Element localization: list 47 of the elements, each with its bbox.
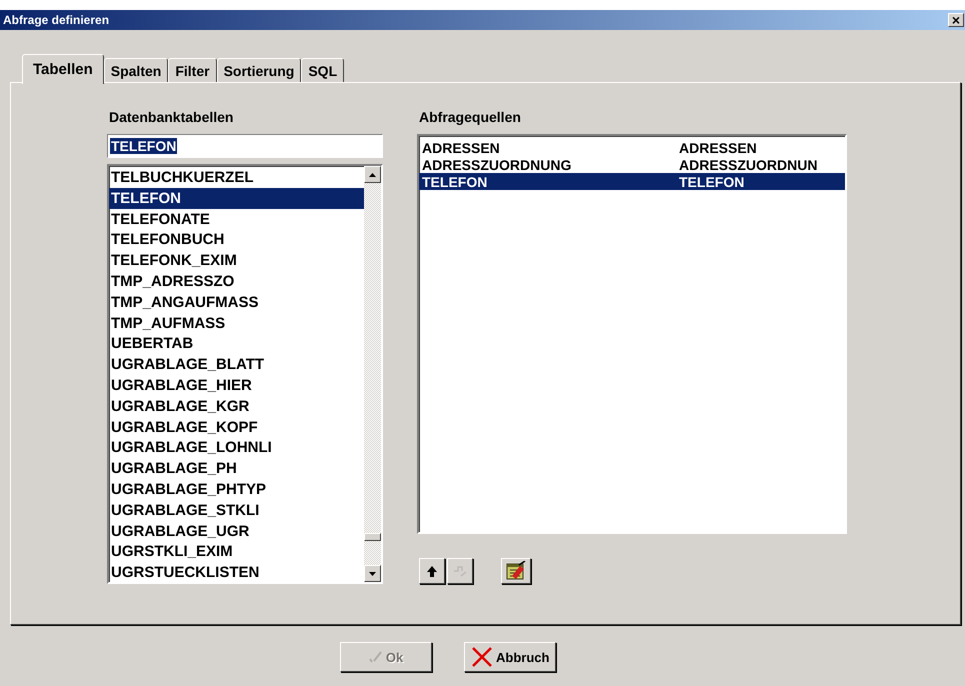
list-item[interactable]: UGRABLAGE_KGR: [109, 396, 364, 417]
source-row[interactable]: TELEFON TELEFON: [419, 173, 845, 190]
source-row[interactable]: ADRESSEN ADRESSEN: [419, 139, 845, 156]
list-item[interactable]: TELEFON: [109, 188, 364, 209]
list-item[interactable]: UGRABLAGE_LOHNLI: [109, 437, 364, 458]
scrollbar[interactable]: [364, 166, 381, 582]
list-item[interactable]: UGRABLAGE_UGR: [109, 520, 364, 542]
tab[interactable]: Spalten: [104, 58, 168, 82]
list-item[interactable]: TMP_AUFMASS: [109, 312, 364, 334]
search-field[interactable]: TELEFON: [107, 134, 383, 158]
source-row[interactable]: ADRESSZUORDNUNG ADRESSZUORDNUN: [419, 156, 845, 173]
window-title: Abfrage definieren: [3, 13, 110, 27]
tab[interactable]: SQL: [301, 58, 344, 82]
cancel-button[interactable]: Abbruch: [464, 642, 556, 672]
tab[interactable]: Tabellen: [22, 54, 104, 84]
list-item[interactable]: TELEFONATE: [109, 208, 364, 230]
list-label: Datenbanktabellen: [109, 109, 234, 126]
list-item[interactable]: UGRSTKLI_EXIM: [109, 541, 364, 562]
list-item[interactable]: TMP_ANGAUFMASS: [109, 292, 364, 313]
list-item[interactable]: UGRABLAGE_PH: [109, 458, 364, 479]
list-item[interactable]: UGRABLAGE_KOPF: [109, 416, 364, 438]
down-triangle-icon: [369, 572, 376, 576]
list-item[interactable]: UGRABLAGE_PHTYP: [109, 478, 364, 500]
up-button[interactable]: [419, 558, 445, 584]
up-triangle-icon: [369, 172, 376, 176]
list-item[interactable]: TELEFONBUCH: [109, 229, 364, 250]
tab[interactable]: Filter: [168, 58, 217, 82]
step-icon: [453, 565, 467, 577]
list-item[interactable]: TELBUCHKUERZEL: [109, 167, 364, 188]
check-icon: [368, 650, 383, 664]
scroll-up-button[interactable]: [364, 166, 381, 183]
close-button[interactable]: ×: [948, 13, 964, 27]
close-icon: [471, 647, 493, 667]
table-edit-icon: [506, 561, 526, 581]
up-arrow-icon: [427, 566, 437, 576]
list-item[interactable]: UEBERTAB: [109, 333, 364, 354]
edit-button[interactable]: [501, 558, 531, 584]
tab[interactable]: Sortierung: [216, 58, 302, 82]
list-label: Abfragequellen: [419, 109, 522, 126]
scroll-thumb[interactable]: [364, 533, 381, 541]
list-item[interactable]: UGRABLAGE_HIER: [109, 374, 364, 396]
list-item[interactable]: TELEFONK_EXIM: [109, 250, 364, 271]
list-item[interactable]: UGRABLAGE_STKLI: [109, 500, 364, 521]
scroll-down-button[interactable]: [364, 565, 381, 582]
list-item[interactable]: UGRSTUECKLISTEN: [109, 562, 364, 583]
list-item[interactable]: TMP_ADRESSZO: [109, 270, 364, 292]
list-item[interactable]: UGRABLAGE_BLATT: [109, 354, 364, 375]
